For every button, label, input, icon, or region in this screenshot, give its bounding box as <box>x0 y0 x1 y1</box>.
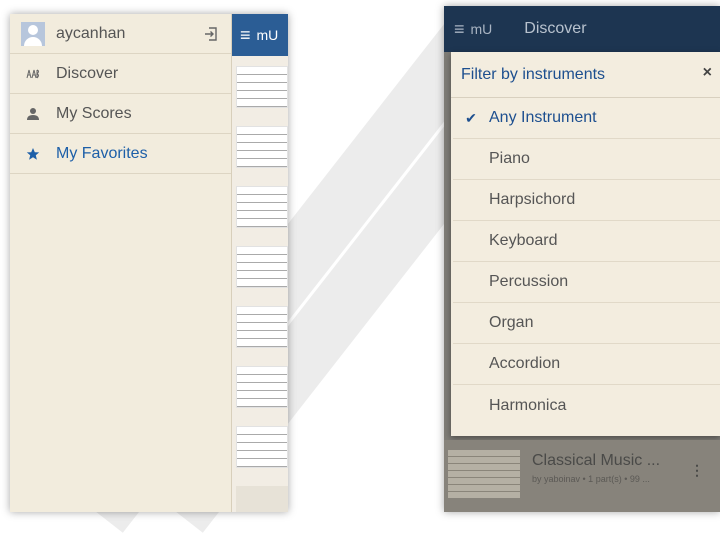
app-bar: ≡ mU <box>232 14 288 56</box>
score-thumbnail[interactable] <box>236 426 288 468</box>
score-list-peek: ≡ mU <box>232 14 288 512</box>
drawer-item-discover[interactable]: Discover <box>10 54 231 94</box>
menu-icon[interactable]: ≡ <box>240 25 251 46</box>
logout-icon[interactable] <box>203 26 219 42</box>
app-bar: ≡ mU Discover <box>444 6 720 52</box>
filter-dialog: Filter by instruments × ✔ Any Instrument… <box>451 52 720 436</box>
more-vert-icon[interactable]: ⋮ <box>690 462 704 479</box>
instrument-option-harmonica[interactable]: Harmonica <box>453 385 720 426</box>
instrument-name: Organ <box>489 314 534 331</box>
drawer-item-my-favorites[interactable]: My Favorites <box>10 134 231 174</box>
score-thumbnail[interactable] <box>236 306 288 348</box>
musescore-logo: mU <box>256 27 279 43</box>
drawer-user-row[interactable]: aycanhan <box>10 14 231 54</box>
score-thumbnail[interactable] <box>236 126 288 168</box>
menu-icon[interactable]: ≡ <box>454 19 465 40</box>
phone-screen-filter: ≡ mU Discover Filter by instruments × ✔ … <box>444 6 720 512</box>
score-thumbnail <box>448 450 520 498</box>
instrument-name: Accordion <box>489 355 561 372</box>
page-title: Discover <box>524 20 587 37</box>
drawer-item-label: My Favorites <box>56 144 148 162</box>
instrument-option-accordion[interactable]: Accordion <box>453 344 720 385</box>
score-subtitle: by yaboinav • 1 part(s) • 99 ... <box>532 474 650 484</box>
filter-header: Filter by instruments × <box>451 52 720 98</box>
person-icon <box>27 107 39 120</box>
filter-title: Filter by instruments <box>461 65 606 83</box>
score-thumbnail[interactable] <box>236 186 288 228</box>
score-thumbnail[interactable] <box>236 366 288 408</box>
instrument-option-keyboard[interactable]: Keyboard <box>453 221 720 262</box>
instrument-name: Piano <box>489 150 530 167</box>
instrument-name: Percussion <box>489 273 569 290</box>
musescore-logo: mU <box>470 21 493 37</box>
drawer-item-my-scores[interactable]: My Scores <box>10 94 231 134</box>
score-title: Classical Music ... <box>532 452 661 469</box>
star-icon <box>26 147 40 160</box>
close-icon[interactable]: × <box>703 64 712 82</box>
instrument-option-piano[interactable]: Piano <box>453 139 720 180</box>
check-icon: ✔ <box>465 109 477 126</box>
instrument-name: Keyboard <box>489 232 558 249</box>
list-item[interactable]: Classical Music ... by yaboinav • 1 part… <box>444 440 720 512</box>
instrument-option-harpsichord[interactable]: Harpsichord <box>453 180 720 221</box>
score-thumbnail[interactable] <box>236 246 288 288</box>
drawer-item-label: My Scores <box>56 104 132 122</box>
score-thumbnail[interactable] <box>236 486 288 512</box>
notes-icon <box>26 69 39 78</box>
instrument-option-organ[interactable]: Organ <box>453 303 720 344</box>
phone-screen-drawer: aycanhan Discover My Scores My Favorites… <box>10 14 288 512</box>
instrument-name: Harmonica <box>489 396 567 414</box>
avatar <box>21 21 45 46</box>
instrument-name: Any Instrument <box>489 109 597 126</box>
instrument-name: Harpsichord <box>489 191 576 208</box>
score-thumbnail[interactable] <box>236 66 288 108</box>
instrument-option-any[interactable]: ✔ Any Instrument <box>453 98 720 139</box>
navigation-drawer: aycanhan Discover My Scores My Favorites <box>10 14 232 512</box>
drawer-item-label: Discover <box>56 64 119 82</box>
instrument-option-percussion[interactable]: Percussion <box>453 262 720 303</box>
username: aycanhan <box>56 24 126 42</box>
